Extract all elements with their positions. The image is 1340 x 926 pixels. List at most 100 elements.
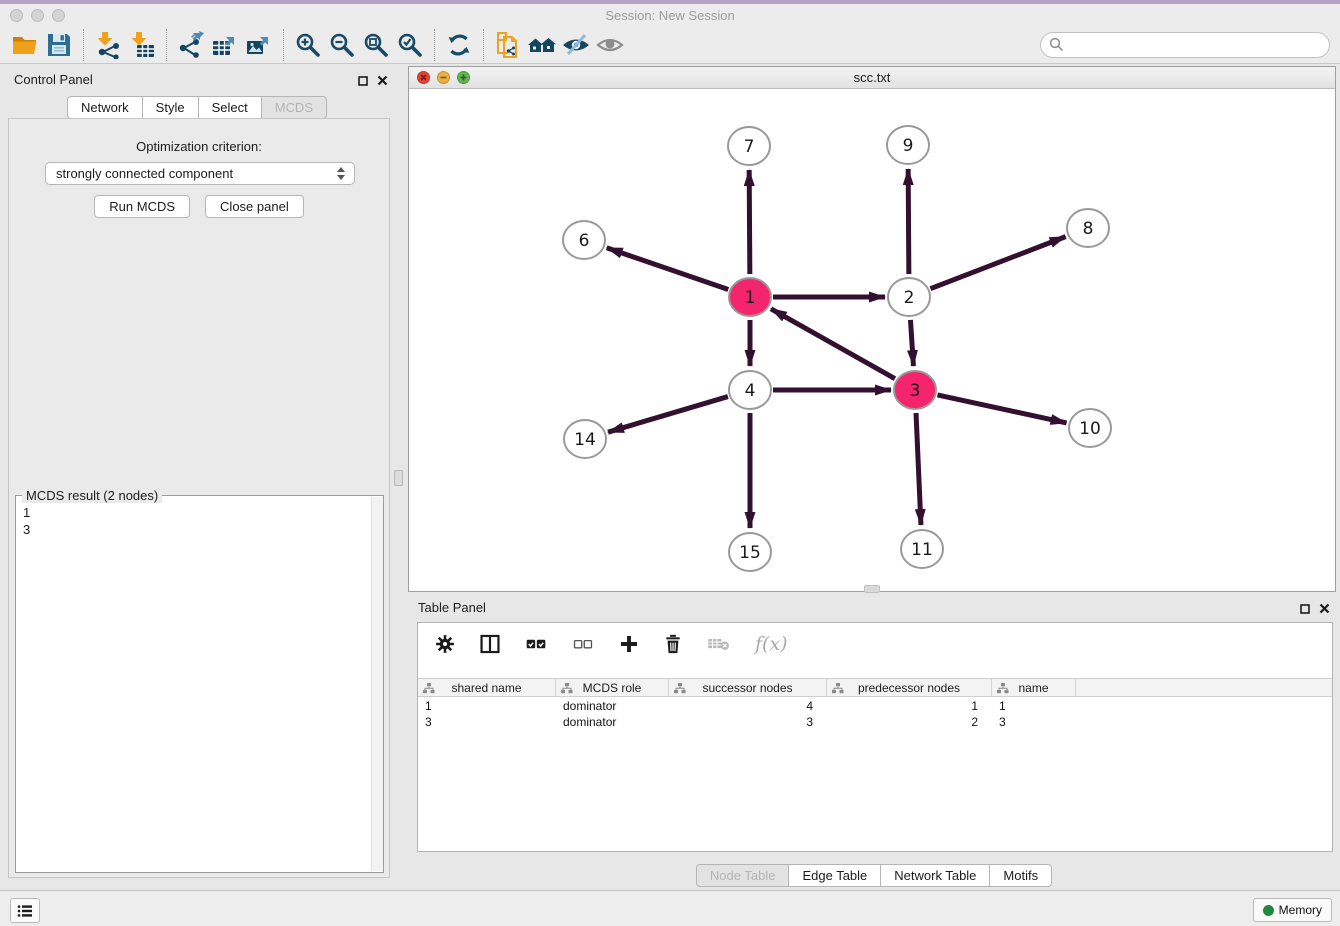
import-network-icon[interactable]	[91, 29, 125, 61]
add-icon[interactable]	[618, 633, 640, 655]
edge-2-8[interactable]	[930, 237, 1065, 289]
column-header-shared-name[interactable]: shared name	[418, 679, 556, 696]
unselect-all-icon[interactable]	[571, 633, 595, 655]
import-table-icon[interactable]	[125, 29, 159, 61]
run-mcds-button[interactable]: Run MCDS	[94, 195, 190, 218]
export-image-icon[interactable]	[242, 29, 276, 61]
optimization-label: Optimization criterion:	[9, 139, 389, 154]
edge-1-6[interactable]	[607, 248, 729, 290]
export-table-icon[interactable]	[208, 29, 242, 61]
eye-icon[interactable]	[593, 29, 627, 61]
network-graph[interactable]: 7 9 6 8 1 2 4 3 14 10 15 11	[409, 89, 1335, 591]
search-input[interactable]	[1068, 35, 1329, 55]
result-scrollbar[interactable]	[371, 497, 383, 871]
edge-3-11[interactable]	[916, 413, 921, 525]
edge-3-10[interactable]	[937, 395, 1066, 423]
edge-4-14[interactable]	[608, 397, 728, 433]
select-all-icon[interactable]	[524, 633, 548, 655]
zoom-fit-icon[interactable]	[359, 29, 393, 61]
edge-2-9[interactable]	[908, 169, 909, 274]
table-cell[interactable]: 1	[418, 698, 556, 714]
svg-text:14: 14	[574, 430, 596, 450]
copy-document-icon[interactable]	[491, 29, 525, 61]
node-6[interactable]: 6	[563, 221, 605, 259]
table-panel: Table Panel	[408, 595, 1340, 890]
criterion-dropdown[interactable]: strongly connected component	[45, 162, 355, 185]
node-1[interactable]: 1	[729, 278, 771, 316]
eye-slash-icon[interactable]	[559, 29, 593, 61]
float-panel-icon[interactable]	[358, 73, 368, 91]
network-window-titlebar[interactable]: scc.txt	[409, 67, 1335, 89]
close-panel-icon[interactable]	[377, 73, 388, 91]
column-header-MCDS-role[interactable]: MCDS role	[556, 679, 669, 696]
tab-select[interactable]: Select	[198, 96, 262, 119]
table-cell[interactable]: 3	[418, 714, 556, 730]
trash-icon[interactable]	[663, 633, 683, 655]
close-table-panel-icon[interactable]	[1319, 601, 1330, 619]
mcds-result-list: 13	[16, 502, 370, 872]
control-panel-title: Control Panel	[14, 72, 93, 87]
svg-text:4: 4	[745, 381, 756, 401]
tab-network-table[interactable]: Network Table	[880, 864, 990, 887]
table-cell[interactable]: 1	[827, 698, 992, 714]
float-table-panel-icon[interactable]	[1300, 601, 1310, 619]
node-8[interactable]: 8	[1067, 209, 1109, 247]
split-pane-icon[interactable]	[479, 633, 501, 655]
view-resize-handle[interactable]	[864, 585, 880, 593]
tab-edge-table[interactable]: Edge Table	[788, 864, 881, 887]
task-history-button[interactable]	[10, 898, 40, 923]
node-11[interactable]: 11	[901, 530, 943, 568]
floppy-save-icon[interactable]	[42, 29, 76, 61]
node-2[interactable]: 2	[888, 278, 930, 316]
tab-mcds[interactable]: MCDS	[261, 96, 327, 119]
edge-2-3[interactable]	[910, 320, 913, 366]
table-row[interactable]: 3dominator323	[418, 714, 1332, 730]
network-canvas[interactable]: 7 9 6 8 1 2 4 3 14 10 15 11	[409, 89, 1335, 591]
memory-button[interactable]: Memory	[1253, 898, 1332, 922]
tab-style[interactable]: Style	[142, 96, 199, 119]
edge-3-1[interactable]	[771, 309, 895, 379]
zoom-selected-icon[interactable]	[393, 29, 427, 61]
panel-splitter-handle[interactable]	[394, 470, 403, 486]
memory-status-icon	[1263, 905, 1274, 916]
node-7[interactable]: 7	[728, 127, 770, 165]
column-header-successor-nodes[interactable]: successor nodes	[669, 679, 827, 696]
gear-icon[interactable]	[434, 633, 456, 655]
table-cell[interactable]: 2	[827, 714, 992, 730]
network-view-title: scc.txt	[409, 70, 1335, 85]
delete-column-icon[interactable]	[706, 634, 732, 654]
search-icon	[1049, 37, 1064, 52]
table-cell[interactable]: dominator	[556, 714, 669, 730]
tab-node-table[interactable]: Node Table	[696, 864, 790, 887]
close-panel-button[interactable]: Close panel	[205, 195, 304, 218]
houses-icon[interactable]	[525, 29, 559, 61]
table-row[interactable]: 1dominator411	[418, 698, 1332, 714]
export-network-icon[interactable]	[174, 29, 208, 61]
column-header-predecessor-nodes[interactable]: predecessor nodes	[827, 679, 992, 696]
tab-motifs[interactable]: Motifs	[989, 864, 1052, 887]
folder-open-icon[interactable]	[8, 29, 42, 61]
search-box[interactable]	[1040, 32, 1330, 58]
table-cell[interactable]: dominator	[556, 698, 669, 714]
table-cell[interactable]: 4	[669, 698, 827, 714]
node-3[interactable]: 3	[894, 371, 936, 409]
table-cell[interactable]: 1	[992, 698, 1076, 714]
node-4[interactable]: 4	[729, 371, 771, 409]
table-panel-title: Table Panel	[418, 600, 486, 615]
refresh-icon[interactable]	[442, 29, 476, 61]
tab-network[interactable]: Network	[67, 96, 143, 119]
node-15[interactable]: 15	[729, 533, 771, 571]
network-view-window: scc.txt 7 9 6 8 1 2 4 3 14 10 15 11	[408, 66, 1336, 592]
node-10[interactable]: 10	[1069, 409, 1111, 447]
zoom-out-icon[interactable]	[325, 29, 359, 61]
column-header-name[interactable]: name	[992, 679, 1076, 696]
function-icon[interactable]: f(x)	[755, 633, 788, 655]
result-item: 3	[23, 521, 363, 538]
toolbar-separator	[283, 29, 284, 61]
edge-1-7[interactable]	[749, 170, 750, 274]
node-14[interactable]: 14	[564, 420, 606, 458]
node-9[interactable]: 9	[887, 126, 929, 164]
table-cell[interactable]: 3	[992, 714, 1076, 730]
table-cell[interactable]: 3	[669, 714, 827, 730]
zoom-in-icon[interactable]	[291, 29, 325, 61]
